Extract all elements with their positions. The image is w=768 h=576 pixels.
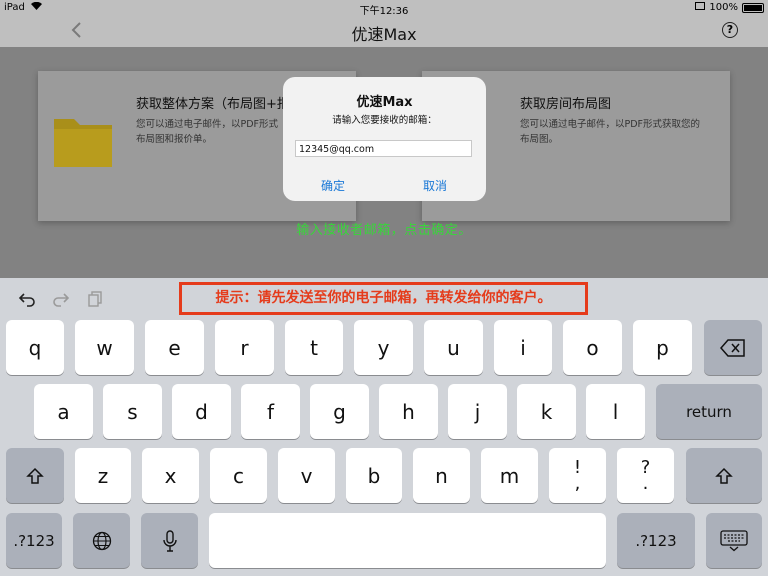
key-j[interactable]: j bbox=[448, 384, 507, 439]
key-v[interactable]: v bbox=[278, 448, 335, 503]
key-h[interactable]: h bbox=[379, 384, 438, 439]
shift-icon bbox=[26, 467, 44, 484]
key-q[interactable]: q bbox=[6, 320, 64, 375]
undo-icon[interactable] bbox=[18, 291, 36, 312]
key-l[interactable]: l bbox=[586, 384, 645, 439]
key-t[interactable]: t bbox=[285, 320, 343, 375]
folder-icon bbox=[54, 119, 112, 167]
key-g[interactable]: g bbox=[310, 384, 369, 439]
space-key[interactable] bbox=[209, 513, 606, 568]
numbers-key-right[interactable]: .?123 bbox=[617, 513, 695, 568]
key-o[interactable]: o bbox=[563, 320, 622, 375]
key-a[interactable]: a bbox=[34, 384, 93, 439]
key-n[interactable]: n bbox=[413, 448, 470, 503]
confirm-button[interactable]: 确定 bbox=[321, 177, 345, 194]
key-z[interactable]: z bbox=[75, 448, 131, 503]
shift-icon bbox=[715, 467, 733, 484]
key-bottom-glyph: . bbox=[642, 472, 649, 494]
return-key[interactable]: return bbox=[656, 384, 762, 439]
key-x[interactable]: x bbox=[142, 448, 199, 503]
key-bottom-glyph: , bbox=[574, 472, 581, 494]
alert-message: 请输入您要接收的邮箱： bbox=[332, 115, 437, 126]
card-title: 获取房间布局图 bbox=[520, 97, 612, 112]
instruction-hint: 输入接收者邮箱，点击确定。 bbox=[296, 223, 472, 238]
key-e[interactable]: e bbox=[145, 320, 204, 375]
status-right: 100% bbox=[695, 2, 764, 13]
key-c[interactable]: c bbox=[210, 448, 267, 503]
globe-icon bbox=[92, 531, 111, 550]
help-circle-icon[interactable]: ? bbox=[722, 22, 738, 38]
key-exclamation-comma[interactable]: ! , bbox=[549, 448, 606, 503]
key-r[interactable]: r bbox=[215, 320, 274, 375]
delete-key[interactable] bbox=[704, 320, 762, 375]
key-glyphs: ? . bbox=[641, 458, 651, 494]
key-k[interactable]: k bbox=[517, 384, 576, 439]
orientation-lock-icon bbox=[695, 2, 706, 13]
alert-title: 优速Max bbox=[356, 95, 413, 110]
key-d[interactable]: d bbox=[172, 384, 231, 439]
keyboard: 提示：请先发送至你的电子邮箱，再转发给你的客户。 q w e r t y u i… bbox=[0, 278, 768, 576]
key-m[interactable]: m bbox=[481, 448, 538, 503]
key-glyphs: ! , bbox=[574, 458, 581, 494]
navigation-bar: 优速Max ? bbox=[0, 16, 768, 47]
key-p[interactable]: p bbox=[633, 320, 692, 375]
key-f[interactable]: f bbox=[241, 384, 300, 439]
battery-percent: 100% bbox=[709, 2, 738, 13]
card-title: 获取整体方案（布局图+报 bbox=[136, 97, 290, 112]
hide-keyboard-key[interactable] bbox=[706, 513, 762, 568]
key-s[interactable]: s bbox=[103, 384, 162, 439]
globe-key[interactable] bbox=[73, 513, 130, 568]
key-b[interactable]: b bbox=[346, 448, 402, 503]
key-i[interactable]: i bbox=[494, 320, 552, 375]
card-desc-line: 布局图和报价单。 bbox=[136, 134, 213, 145]
key-w[interactable]: w bbox=[75, 320, 134, 375]
key-u[interactable]: u bbox=[424, 320, 483, 375]
tip-banner: 提示：请先发送至你的电子邮箱，再转发给你的客户。 bbox=[179, 282, 588, 315]
redo-icon[interactable] bbox=[52, 291, 70, 312]
mic-key[interactable] bbox=[141, 513, 198, 568]
keyboard-hide-icon bbox=[720, 529, 748, 551]
key-y[interactable]: y bbox=[354, 320, 413, 375]
clipboard-icon[interactable] bbox=[88, 291, 104, 312]
status-bar: iPad 下午12:36 100% bbox=[0, 0, 768, 17]
cancel-button[interactable]: 取消 bbox=[423, 177, 447, 194]
microphone-icon bbox=[162, 529, 177, 552]
status-time: 下午12:36 bbox=[359, 6, 409, 17]
card-desc-line: 布局图。 bbox=[520, 134, 559, 145]
battery-icon bbox=[742, 2, 764, 13]
shift-right-key[interactable] bbox=[686, 448, 762, 503]
shift-left-key[interactable] bbox=[6, 448, 64, 503]
email-alert-dialog: 优速Max 请输入您要接收的邮箱： 12345@qq.com 确定 取消 bbox=[283, 77, 486, 201]
card-description: 您可以通过电子邮件，以PDF形式获取您的 布局图。 bbox=[520, 117, 700, 147]
card-desc-line: 您可以通过电子邮件，以PDF形式 bbox=[136, 119, 279, 130]
email-field[interactable]: 12345@qq.com bbox=[295, 140, 472, 157]
card-description: 您可以通过电子邮件，以PDF形式 布局图和报价单。 bbox=[136, 117, 278, 147]
numbers-key-left[interactable]: .?123 bbox=[6, 513, 62, 568]
backspace-icon bbox=[720, 338, 745, 357]
card-desc-line: 您可以通过电子邮件，以PDF形式获取您的 bbox=[520, 119, 701, 130]
key-question-period[interactable]: ? . bbox=[617, 448, 674, 503]
page-title: 优速Max bbox=[351, 25, 417, 44]
